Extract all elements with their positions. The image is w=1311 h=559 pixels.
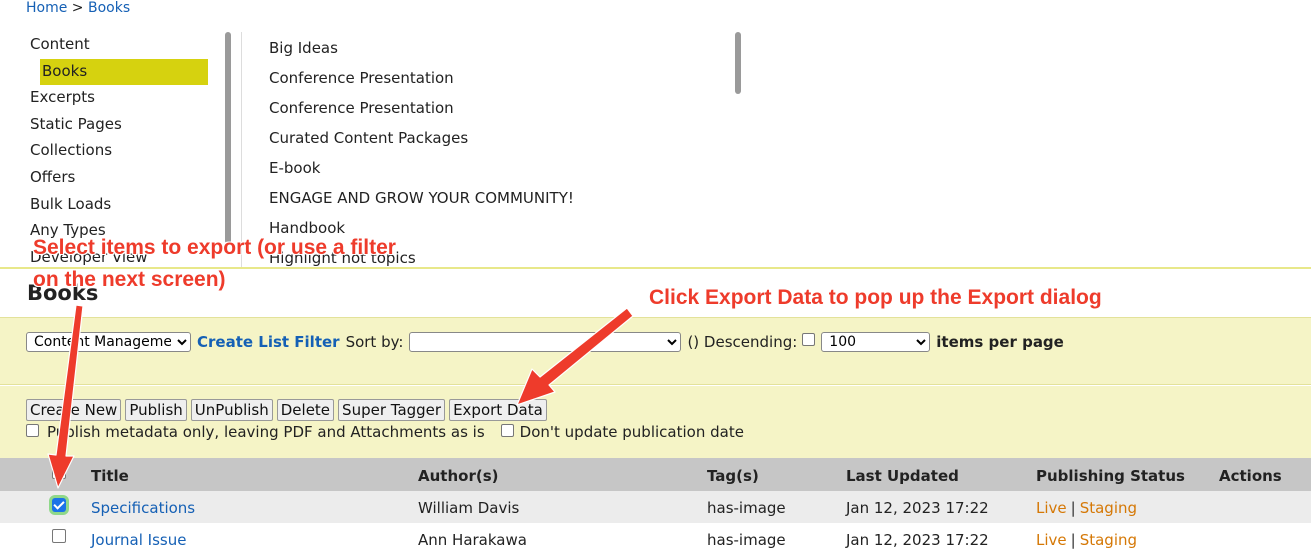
table-row: Journal Issue Ann Harakawa has-image Jan… [0,523,1311,555]
management-select[interactable]: Content Management [26,332,191,352]
sidebar-item-static-pages[interactable]: Static Pages [30,112,230,139]
content-type-item[interactable]: Conference Presentation [269,68,729,98]
table-row: Specifications William Davis has-image J… [0,491,1311,523]
action-bar: Create New Publish UnPublish Delete Supe… [0,386,1311,458]
select-all-checkbox[interactable] [52,465,66,479]
sidebar-item-excerpts[interactable]: Excerpts [30,85,230,112]
breadcrumb-home-link[interactable]: Home [26,0,67,16]
column-title[interactable]: Title [91,467,129,485]
sidebar-item-books[interactable]: Books [40,58,208,86]
row-tags: has-image [707,531,786,549]
metadata-only-checkbox[interactable] [26,423,39,437]
row-status: Live | Staging [1036,531,1137,549]
breadcrumb: Home > Books [26,0,130,16]
live-link[interactable]: Live [1036,531,1067,549]
unpublish-button[interactable]: UnPublish [190,399,273,421]
export-data-button[interactable]: Export Data [449,399,547,421]
descending-label: () Descending: [687,333,798,351]
row-select-checkbox[interactable] [52,498,66,512]
annotation-select-line1: Select items to export (or use a filter [33,236,396,259]
annotation-export-hint: Click Export Data to pop up the Export d… [649,286,1102,309]
column-actions: Actions [1219,467,1282,485]
row-tags: has-image [707,499,786,517]
per-page-label: items per page [936,333,1064,351]
create-list-filter-link[interactable]: Create List Filter [197,333,340,351]
staging-link[interactable]: Staging [1080,499,1137,517]
sidebar-item-offers[interactable]: Offers [30,165,230,192]
row-status: Live | Staging [1036,499,1137,517]
row-last-updated: Jan 12, 2023 17:22 [846,499,989,517]
sidebar-item-content[interactable]: Content [30,32,230,59]
per-page-select[interactable]: 100 [821,332,931,352]
sort-by-select[interactable] [409,332,682,352]
breadcrumb-separator: > [71,0,84,16]
publish-button[interactable]: Publish [125,399,187,421]
descending-checkbox[interactable] [802,332,816,346]
content-type-item[interactable]: Conference Presentation [269,98,729,128]
row-title-link[interactable]: Journal Issue [91,531,186,549]
staging-link[interactable]: Staging [1080,531,1137,549]
breadcrumb-current-link[interactable]: Books [88,0,130,16]
content-type-scrollbar[interactable] [735,32,741,94]
no-update-date-label: Don't update publication date [519,423,744,441]
annotation-select-line2: on the next screen) [33,268,226,291]
no-update-date-checkbox[interactable] [500,423,514,437]
delete-button[interactable]: Delete [276,399,335,421]
row-author: William Davis [418,499,520,517]
sort-by-label: Sort by: [345,333,404,351]
status-separator: | [1070,499,1076,517]
metadata-only-label: Publish metadata only, leaving PDF and A… [47,423,485,441]
status-separator: | [1070,531,1076,549]
content-type-item[interactable]: Curated Content Packages [269,128,729,158]
content-type-item[interactable]: Big Ideas [269,38,729,68]
create-new-button[interactable]: Create New [26,399,122,421]
sidebar-item-collections[interactable]: Collections [30,138,230,165]
column-authors[interactable]: Author(s) [418,467,498,485]
row-author: Ann Harakawa [418,531,527,549]
sidebar-scrollbar[interactable] [225,32,231,244]
filter-bar: Content Management Create List Filter So… [0,317,1311,385]
sidebar-item-bulk-loads[interactable]: Bulk Loads [30,192,230,219]
live-link[interactable]: Live [1036,499,1067,517]
column-tags[interactable]: Tag(s) [707,467,759,485]
column-last-updated[interactable]: Last Updated [846,467,959,485]
row-last-updated: Jan 12, 2023 17:22 [846,531,989,549]
row-title-link[interactable]: Specifications [91,499,195,517]
content-type-item[interactable]: E-book [269,158,729,188]
table-header: Title Author(s) Tag(s) Last Updated Publ… [0,458,1311,491]
content-type-item[interactable]: ENGAGE AND GROW YOUR COMMUNITY! [269,188,729,218]
row-select-checkbox[interactable] [52,529,66,543]
column-publishing-status[interactable]: Publishing Status [1036,467,1185,485]
super-tagger-button[interactable]: Super Tagger [338,399,446,421]
